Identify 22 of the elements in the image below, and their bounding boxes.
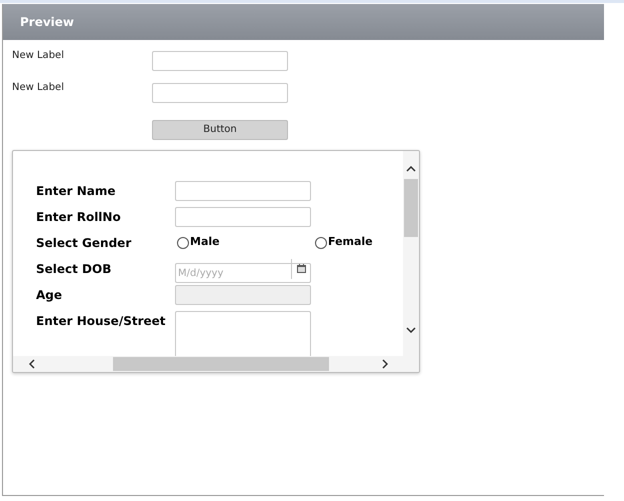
text-field[interactable]	[175, 206, 311, 226]
field-label: Enter House/Street	[36, 314, 166, 328]
date-field[interactable]: M/d/yyyy	[175, 263, 311, 283]
scrollbar-thumb[interactable]	[404, 178, 418, 236]
calendar-icon[interactable]	[297, 264, 306, 273]
field-label: New Label	[12, 81, 65, 95]
field-label: Enter RollNo	[36, 210, 121, 224]
field-label: New Label	[12, 49, 65, 63]
field-label: Enter Name	[36, 184, 116, 198]
vertical-scrollbar[interactable]	[403, 150, 419, 356]
field-label: Age	[36, 288, 62, 302]
button[interactable]: Button	[152, 120, 288, 140]
text-field[interactable]	[152, 83, 288, 103]
text-field[interactable]	[152, 51, 288, 71]
field-label: Select DOB	[36, 262, 112, 276]
horizontal-scrollbar[interactable]	[13, 356, 419, 372]
scrollbar-thumb[interactable]	[113, 356, 329, 370]
field-label: Select Gender	[36, 236, 132, 250]
panel-title: Preview	[20, 14, 74, 31]
text-area[interactable]	[175, 310, 311, 356]
age-field[interactable]	[175, 284, 311, 304]
text-field[interactable]	[175, 180, 311, 200]
